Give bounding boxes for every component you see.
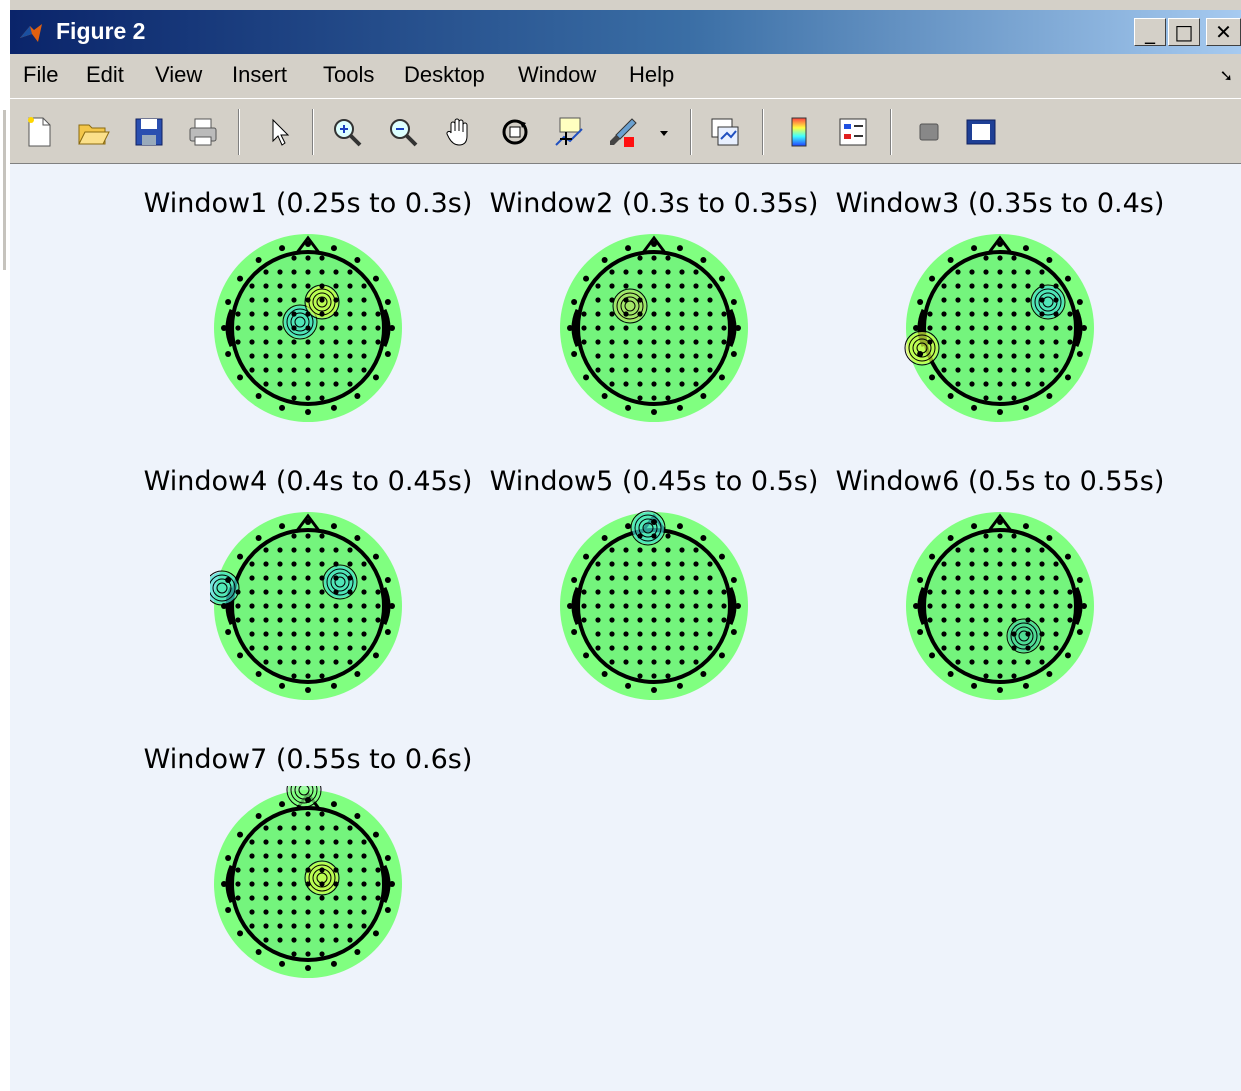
new-figure-icon[interactable] xyxy=(22,115,56,149)
plot-title: Window1 (0.25s to 0.3s) xyxy=(143,188,473,219)
menu-bar: File Edit View Insert Tools Desktop Wind… xyxy=(10,54,1241,98)
window-title: Figure 2 xyxy=(56,18,146,44)
zoom-out-icon[interactable] xyxy=(386,115,420,149)
data-cursor-icon[interactable] xyxy=(552,115,586,149)
scalp-map xyxy=(214,786,402,978)
brush-dropdown-icon[interactable] xyxy=(656,115,672,149)
colorbar-icon[interactable] xyxy=(782,115,816,149)
maximize-button[interactable]: □ xyxy=(1168,18,1200,46)
topoplot-window5: Window5 (0.45s to 0.5s) xyxy=(464,466,844,726)
figure-window: Figure 2 _ □ ✕ File Edit View Insert Too… xyxy=(10,10,1241,1091)
scalp-map xyxy=(210,512,402,700)
plot-title: Window6 (0.5s to 0.55s) xyxy=(835,466,1165,497)
toolbar-separator xyxy=(890,109,892,155)
rotate-3d-icon[interactable] xyxy=(498,115,532,149)
toolbar-separator xyxy=(690,109,692,155)
legend-icon[interactable] xyxy=(836,115,870,149)
topoplot-window6: Window6 (0.5s to 0.55s) xyxy=(810,466,1190,726)
pan-hand-icon[interactable] xyxy=(442,115,476,149)
menu-view[interactable]: View xyxy=(155,62,202,88)
zoom-in-icon[interactable] xyxy=(330,115,364,149)
toolbar-separator xyxy=(762,109,764,155)
save-icon[interactable] xyxy=(132,115,166,149)
plot-title: Window7 (0.55s to 0.6s) xyxy=(143,744,473,775)
scalp-map xyxy=(906,512,1094,700)
scalp-map xyxy=(904,234,1094,422)
menu-help[interactable]: Help xyxy=(629,62,674,88)
menu-edit[interactable]: Edit xyxy=(86,62,124,88)
topoplot-window2: Window2 (0.3s to 0.35s) xyxy=(464,188,844,448)
brush-icon[interactable] xyxy=(606,115,640,149)
menu-file[interactable]: File xyxy=(23,62,58,88)
matlab-logo-icon xyxy=(20,24,42,42)
title-bar[interactable]: Figure 2 _ □ ✕ xyxy=(10,10,1241,54)
menu-window[interactable]: Window xyxy=(518,62,596,88)
menu-desktop[interactable]: Desktop xyxy=(404,62,485,88)
open-file-icon[interactable] xyxy=(76,115,110,149)
toolbar-separator xyxy=(312,109,314,155)
scalp-map xyxy=(560,510,748,700)
scalp-map xyxy=(560,234,748,422)
scalp-map xyxy=(214,234,402,422)
toolbar-separator xyxy=(238,109,240,155)
topoplot-window3: Window3 (0.35s to 0.4s) xyxy=(810,188,1190,448)
background-window-edge xyxy=(0,0,10,1091)
show-plot-tools-icon[interactable] xyxy=(964,115,998,149)
print-icon[interactable] xyxy=(186,115,220,149)
select-arrow-icon[interactable] xyxy=(262,115,296,149)
close-button[interactable]: ✕ xyxy=(1206,18,1241,46)
plot-title: Window5 (0.45s to 0.5s) xyxy=(489,466,819,497)
menu-insert[interactable]: Insert xyxy=(232,62,287,88)
topoplot-window4: Window4 (0.4s to 0.45s) xyxy=(118,466,498,726)
figure-canvas: Window1 (0.25s to 0.3s) Window2 (0.3s to… xyxy=(10,164,1241,1091)
menu-tools[interactable]: Tools xyxy=(323,62,374,88)
minimize-button[interactable]: _ xyxy=(1134,18,1166,46)
plot-title: Window4 (0.4s to 0.45s) xyxy=(143,466,473,497)
topoplot-window1: Window1 (0.25s to 0.3s) xyxy=(118,188,498,448)
plot-title: Window2 (0.3s to 0.35s) xyxy=(489,188,819,219)
plot-title: Window3 (0.35s to 0.4s) xyxy=(835,188,1165,219)
link-plot-icon[interactable] xyxy=(708,115,742,149)
figure-toolbar xyxy=(10,98,1241,164)
menu-dock-arrow-icon[interactable]: ➘ xyxy=(1220,66,1233,86)
topoplot-window7: Window7 (0.55s to 0.6s) xyxy=(118,744,498,1004)
hide-plot-tools-icon[interactable] xyxy=(912,115,946,149)
